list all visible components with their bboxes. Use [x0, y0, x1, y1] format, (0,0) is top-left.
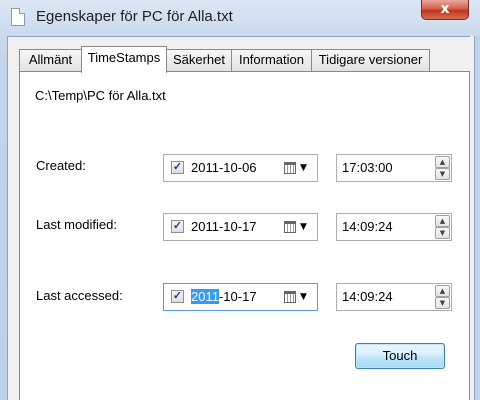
spin-down-button[interactable]: ▼: [435, 227, 450, 239]
created-time-spinner[interactable]: 17:03:00 ▲ ▼: [336, 154, 452, 182]
file-path: C:\Temp\PC för Alla.txt: [35, 88, 166, 103]
spin-buttons: ▲ ▼: [435, 215, 450, 239]
created-checkbox[interactable]: ✓: [171, 161, 184, 174]
date-remainder: -10-17: [218, 289, 257, 304]
tab-sakerhet[interactable]: Säkerhet: [166, 49, 232, 71]
created-date: 2011-10-06: [191, 160, 257, 175]
chevron-down-icon[interactable]: ▼: [300, 222, 307, 232]
last-accessed-date-picker[interactable]: ✓ 2011-10-17 ▼: [163, 283, 318, 311]
last-modified-checkbox[interactable]: ✓: [171, 220, 184, 233]
window-title: Egenskaper för PC för Alla.txt: [36, 8, 233, 25]
document-icon: [11, 8, 25, 26]
spin-up-button[interactable]: ▲: [435, 215, 450, 227]
selected-year[interactable]: 2011: [191, 289, 219, 304]
properties-window: Egenskaper för PC för Alla.txt x Allmänt…: [0, 0, 480, 400]
last-accessed-checkbox[interactable]: ✓: [171, 290, 184, 303]
spin-buttons: ▲ ▼: [435, 285, 450, 309]
title-bar[interactable]: Egenskaper för PC för Alla.txt x: [0, 0, 480, 36]
close-button[interactable]: x: [421, 0, 469, 20]
tab-allmant[interactable]: Allmänt: [19, 49, 82, 71]
tab-information[interactable]: Information: [231, 49, 312, 71]
spin-down-button[interactable]: ▼: [435, 297, 450, 309]
last-modified-date: 2011-10-17: [191, 219, 257, 234]
last-accessed-label: Last accessed:: [36, 288, 123, 303]
last-accessed-time: 14:09:24: [342, 289, 393, 304]
spin-up-button[interactable]: ▲: [435, 285, 450, 297]
spin-up-button[interactable]: ▲: [435, 156, 450, 168]
created-time: 17:03:00: [342, 160, 393, 175]
calendar-icon[interactable]: [284, 162, 296, 174]
calendar-icon[interactable]: [284, 291, 296, 303]
tab-timestamps[interactable]: TimeStamps: [81, 46, 167, 73]
chevron-down-icon[interactable]: ▼: [300, 292, 307, 302]
chevron-down-icon[interactable]: ▼: [300, 163, 307, 173]
last-accessed-time-spinner[interactable]: 14:09:24 ▲ ▼: [336, 283, 452, 311]
tab-tidigare-versioner[interactable]: Tidigare versioner: [311, 49, 430, 71]
last-accessed-date: 2011-10-17: [191, 289, 257, 304]
dialog-client: Allmänt TimeStamps Säkerhet Information …: [7, 36, 480, 400]
window-right-edge: [470, 36, 480, 400]
last-modified-time: 14:09:24: [342, 219, 393, 234]
created-label: Created:: [36, 158, 86, 173]
created-date-picker[interactable]: ✓ 2011-10-06 ▼: [163, 154, 318, 182]
last-modified-date-picker[interactable]: ✓ 2011-10-17 ▼: [163, 213, 318, 241]
calendar-icon[interactable]: [284, 221, 296, 233]
spin-down-button[interactable]: ▼: [435, 168, 450, 180]
last-modified-label: Last modified:: [36, 217, 117, 232]
touch-button[interactable]: Touch: [355, 343, 445, 369]
spin-buttons: ▲ ▼: [435, 156, 450, 180]
last-modified-time-spinner[interactable]: 14:09:24 ▲ ▼: [336, 213, 452, 241]
